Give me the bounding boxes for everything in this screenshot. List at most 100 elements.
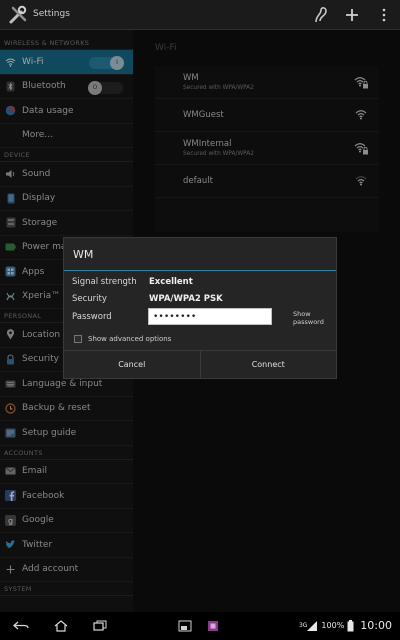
section-header-device: DEVICE xyxy=(0,148,133,162)
sidebar-item-label: Bluetooth xyxy=(22,81,66,92)
sidebar-item-display[interactable]: Display xyxy=(0,187,133,211)
sidebar-item-label: Apps xyxy=(22,266,45,277)
battery-icon xyxy=(5,242,16,253)
facebook-icon xyxy=(5,490,16,502)
speaker-icon xyxy=(5,168,16,179)
sidebar-item-label: Facebook xyxy=(22,490,65,501)
sidebar-item-backup[interactable]: Backup & reset xyxy=(0,397,133,421)
section-header-accounts: ACCOUNTS xyxy=(0,446,133,460)
sidebar-item-label: Sound xyxy=(22,168,51,179)
advanced-options-checkbox[interactable] xyxy=(74,335,82,343)
advanced-options-label: Show advanced options xyxy=(88,335,172,343)
sidebar-item-label: Add account xyxy=(22,564,79,575)
connect-button[interactable]: Connect xyxy=(199,351,337,378)
sidebar-item-facebook[interactable]: Facebook xyxy=(0,484,133,509)
password-field[interactable] xyxy=(148,308,272,325)
network-name: WMInternal xyxy=(183,139,232,149)
sidebar-item-label: Storage xyxy=(22,217,58,228)
cancel-button[interactable]: Cancel xyxy=(64,351,200,378)
quick-toggle-icon[interactable] xyxy=(310,4,332,26)
apps-icon xyxy=(5,266,16,277)
xperia-icon xyxy=(5,291,16,302)
action-bar: Settings xyxy=(0,0,400,30)
sidebar-item-data-usage[interactable]: Data usage xyxy=(0,99,133,124)
network-item-wm[interactable]: WM Secured with WPA/WPA2 xyxy=(155,66,379,99)
advanced-options-row[interactable]: Show advanced options xyxy=(74,335,171,343)
dialog-title: WM xyxy=(64,238,336,271)
sidebar-item-wifi[interactable]: Wi-Fi I xyxy=(0,50,133,75)
sidebar-item-label: More… xyxy=(22,130,54,141)
sidebar-item-more[interactable]: More… xyxy=(0,124,133,148)
keyboard-icon xyxy=(5,378,16,389)
sidebar-item-label: Xperia™ xyxy=(22,291,61,302)
bluetooth-icon xyxy=(5,81,16,92)
wifi-toggle[interactable]: I xyxy=(89,56,124,70)
sidebar-item-bluetooth[interactable]: Bluetooth O xyxy=(0,75,133,99)
section-header-wireless: WIRELESS & NETWORKS xyxy=(0,36,133,50)
sidebar-item-email[interactable]: Email xyxy=(0,460,133,484)
app-title: Settings xyxy=(33,9,70,19)
sidebar-item-label: Wi-Fi xyxy=(22,56,44,67)
setup-guide-icon xyxy=(5,427,16,438)
back-icon[interactable] xyxy=(12,618,30,634)
google-icon: g xyxy=(5,514,16,526)
password-row: Password xyxy=(72,312,112,322)
add-icon[interactable] xyxy=(341,4,363,26)
status-area: 3G 100% 10:00 xyxy=(299,619,392,632)
twitter-icon xyxy=(5,539,16,550)
system-nav-bar: 3G 100% 10:00 xyxy=(0,612,400,640)
data-usage-icon xyxy=(5,105,16,116)
sidebar-item-label: Display xyxy=(22,193,56,204)
lock-icon xyxy=(5,354,16,365)
network-security: Secured with WPA/WPA2 xyxy=(183,151,254,157)
wifi-signal-locked-icon xyxy=(354,143,368,155)
sidebar-item-label: Twitter xyxy=(22,539,53,550)
battery-percent: 100% xyxy=(321,621,345,630)
location-icon xyxy=(5,329,16,340)
wifi-header: Wi-Fi xyxy=(155,43,177,53)
network-item-default[interactable]: default xyxy=(155,165,379,198)
wifi-signal-locked-icon xyxy=(354,77,368,89)
network-list: WM Secured with WPA/WPA2 WMGuest WMInter… xyxy=(155,66,379,232)
recent-apps-icon[interactable] xyxy=(91,618,109,634)
network-item-wmguest[interactable]: WMGuest xyxy=(155,99,379,132)
section-header-system: SYSTEM xyxy=(0,582,133,596)
cell-signal-icon xyxy=(307,620,318,631)
overflow-menu-icon[interactable] xyxy=(373,4,395,26)
show-password-toggle[interactable]: Show password xyxy=(293,310,333,326)
sidebar-item-storage[interactable]: Storage xyxy=(0,211,133,236)
network-name: default xyxy=(183,176,213,186)
sidebar-item-label: Google xyxy=(22,515,54,526)
wifi-signal-icon xyxy=(355,110,367,120)
network-item-wminternal[interactable]: WMInternal Secured with WPA/WPA2 xyxy=(155,132,379,165)
clock: 10:00 xyxy=(360,619,392,632)
sidebar-item-label: Setup guide xyxy=(22,427,77,438)
signal-strength-label: Signal strength xyxy=(72,277,137,287)
sidebar-item-twitter[interactable]: Twitter xyxy=(0,533,133,558)
password-label: Password xyxy=(72,312,112,322)
wifi-connect-dialog: WM Signal strength Excellent Security WP… xyxy=(63,237,337,379)
sidebar-item-label: Backup & reset xyxy=(22,403,91,414)
security-label: Security xyxy=(72,294,107,304)
bluetooth-toggle[interactable]: O xyxy=(88,80,123,95)
sidebar-item-label: Email xyxy=(22,466,47,477)
display-icon xyxy=(5,193,16,204)
small-app-icon[interactable] xyxy=(176,618,194,634)
battery-status-icon xyxy=(347,619,354,631)
wifi-icon xyxy=(5,56,16,67)
media-app-icon[interactable] xyxy=(204,618,222,634)
network-type: 3G xyxy=(298,622,308,629)
dialog-button-bar: Cancel Connect xyxy=(64,350,336,378)
sidebar-item-label: Data usage xyxy=(22,105,74,116)
security-row: Security WPA/WPA2 PSK xyxy=(72,294,223,304)
home-icon[interactable] xyxy=(52,618,70,634)
security-value: WPA/WPA2 PSK xyxy=(149,294,223,304)
sidebar-item-google[interactable]: g Google xyxy=(0,509,133,533)
sidebar-item-label: Security xyxy=(22,354,59,365)
sidebar-item-sound[interactable]: Sound xyxy=(0,162,133,187)
network-security: Secured with WPA/WPA2 xyxy=(183,85,254,91)
sidebar-item-setup-guide[interactable]: Setup guide xyxy=(0,421,133,446)
settings-tools-icon[interactable] xyxy=(7,4,29,26)
sidebar-item-add-account[interactable]: Add account xyxy=(0,558,133,582)
storage-icon xyxy=(5,217,16,228)
